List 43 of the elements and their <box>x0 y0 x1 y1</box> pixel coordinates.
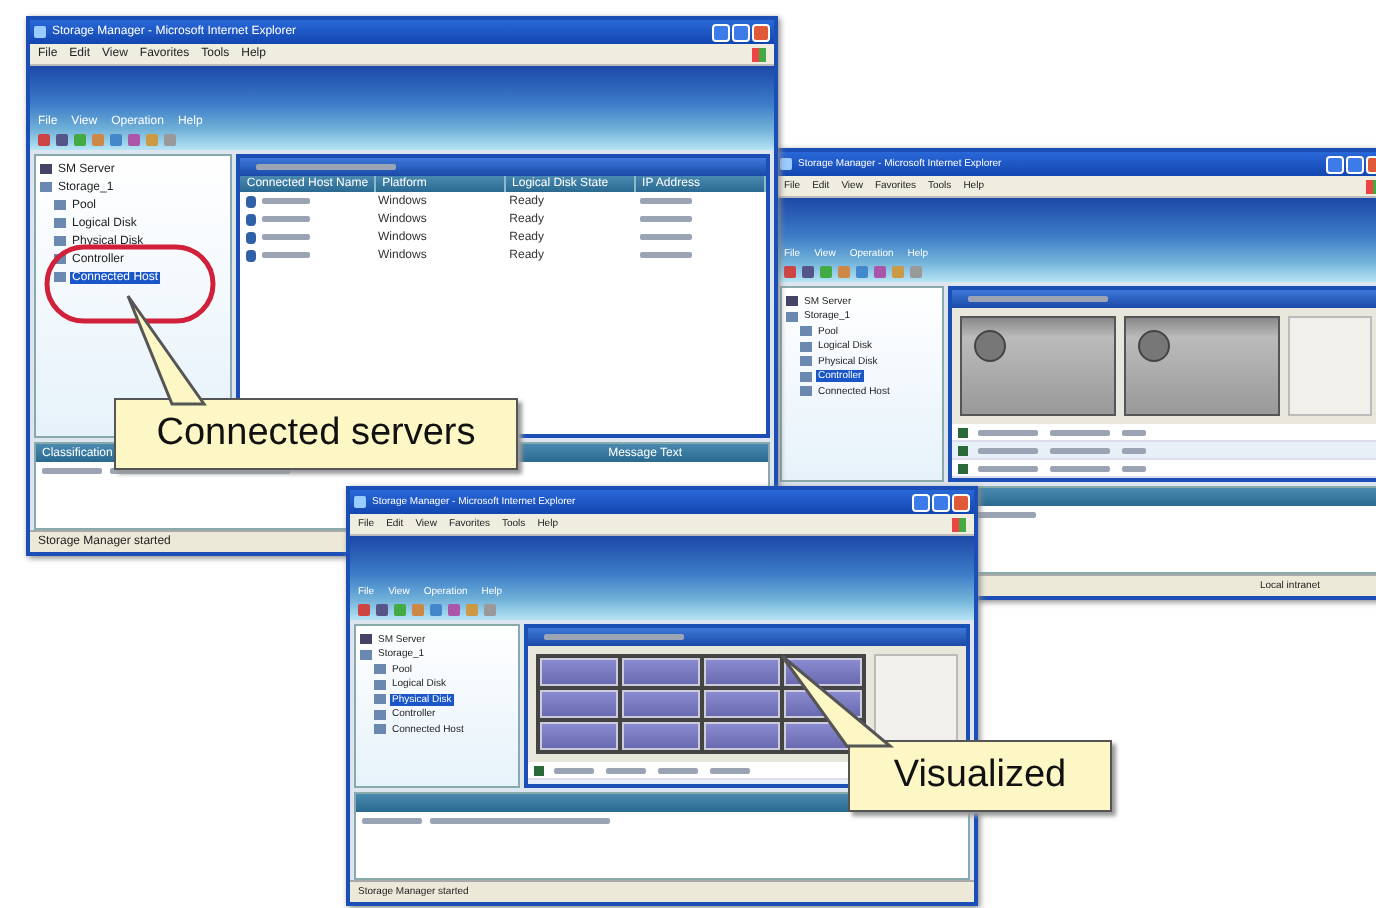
maximize-button[interactable] <box>932 493 950 511</box>
illegible-text <box>42 468 102 474</box>
illegible-text <box>262 234 311 240</box>
server-icon <box>40 164 52 174</box>
server-icon <box>786 296 798 306</box>
illegible-text <box>640 252 693 258</box>
illegible-text <box>977 429 1038 435</box>
illegible-text <box>977 447 1038 453</box>
illegible-text <box>1121 465 1146 471</box>
illegible-text <box>554 767 595 773</box>
status-group-box <box>1288 316 1372 416</box>
close-button[interactable] <box>952 493 970 511</box>
illegible-text <box>256 164 397 170</box>
illegible-text <box>967 296 1108 302</box>
callout-text: Connected servers <box>156 412 476 456</box>
illegible-text <box>262 216 311 222</box>
illegible-text <box>710 767 751 773</box>
minimize-button[interactable] <box>712 23 730 41</box>
illegible-text <box>1121 429 1146 435</box>
illegible-text <box>362 818 422 824</box>
illegible-text <box>262 198 311 204</box>
maximize-button[interactable] <box>1346 155 1364 173</box>
minimize-button[interactable] <box>1326 155 1344 173</box>
callout-text: Visualized <box>893 754 1067 798</box>
illegible-text <box>1049 429 1110 435</box>
illegible-text <box>262 252 311 258</box>
illegible-text <box>1121 447 1146 453</box>
app-icon <box>354 496 366 508</box>
illegible-text <box>658 767 699 773</box>
illegible-text <box>1049 447 1110 453</box>
app-icon <box>34 26 46 38</box>
server-icon <box>360 634 372 644</box>
minimize-button[interactable] <box>912 493 930 511</box>
illegible-text <box>640 216 693 222</box>
illegible-text <box>640 198 693 204</box>
illegible-text <box>977 465 1038 471</box>
maximize-button[interactable] <box>732 23 750 41</box>
illegible-text <box>606 767 647 773</box>
illegible-text <box>640 234 693 240</box>
close-button[interactable] <box>752 23 770 41</box>
app-icon <box>780 158 792 170</box>
illegible-text <box>1049 465 1110 471</box>
illegible-text <box>544 634 685 640</box>
